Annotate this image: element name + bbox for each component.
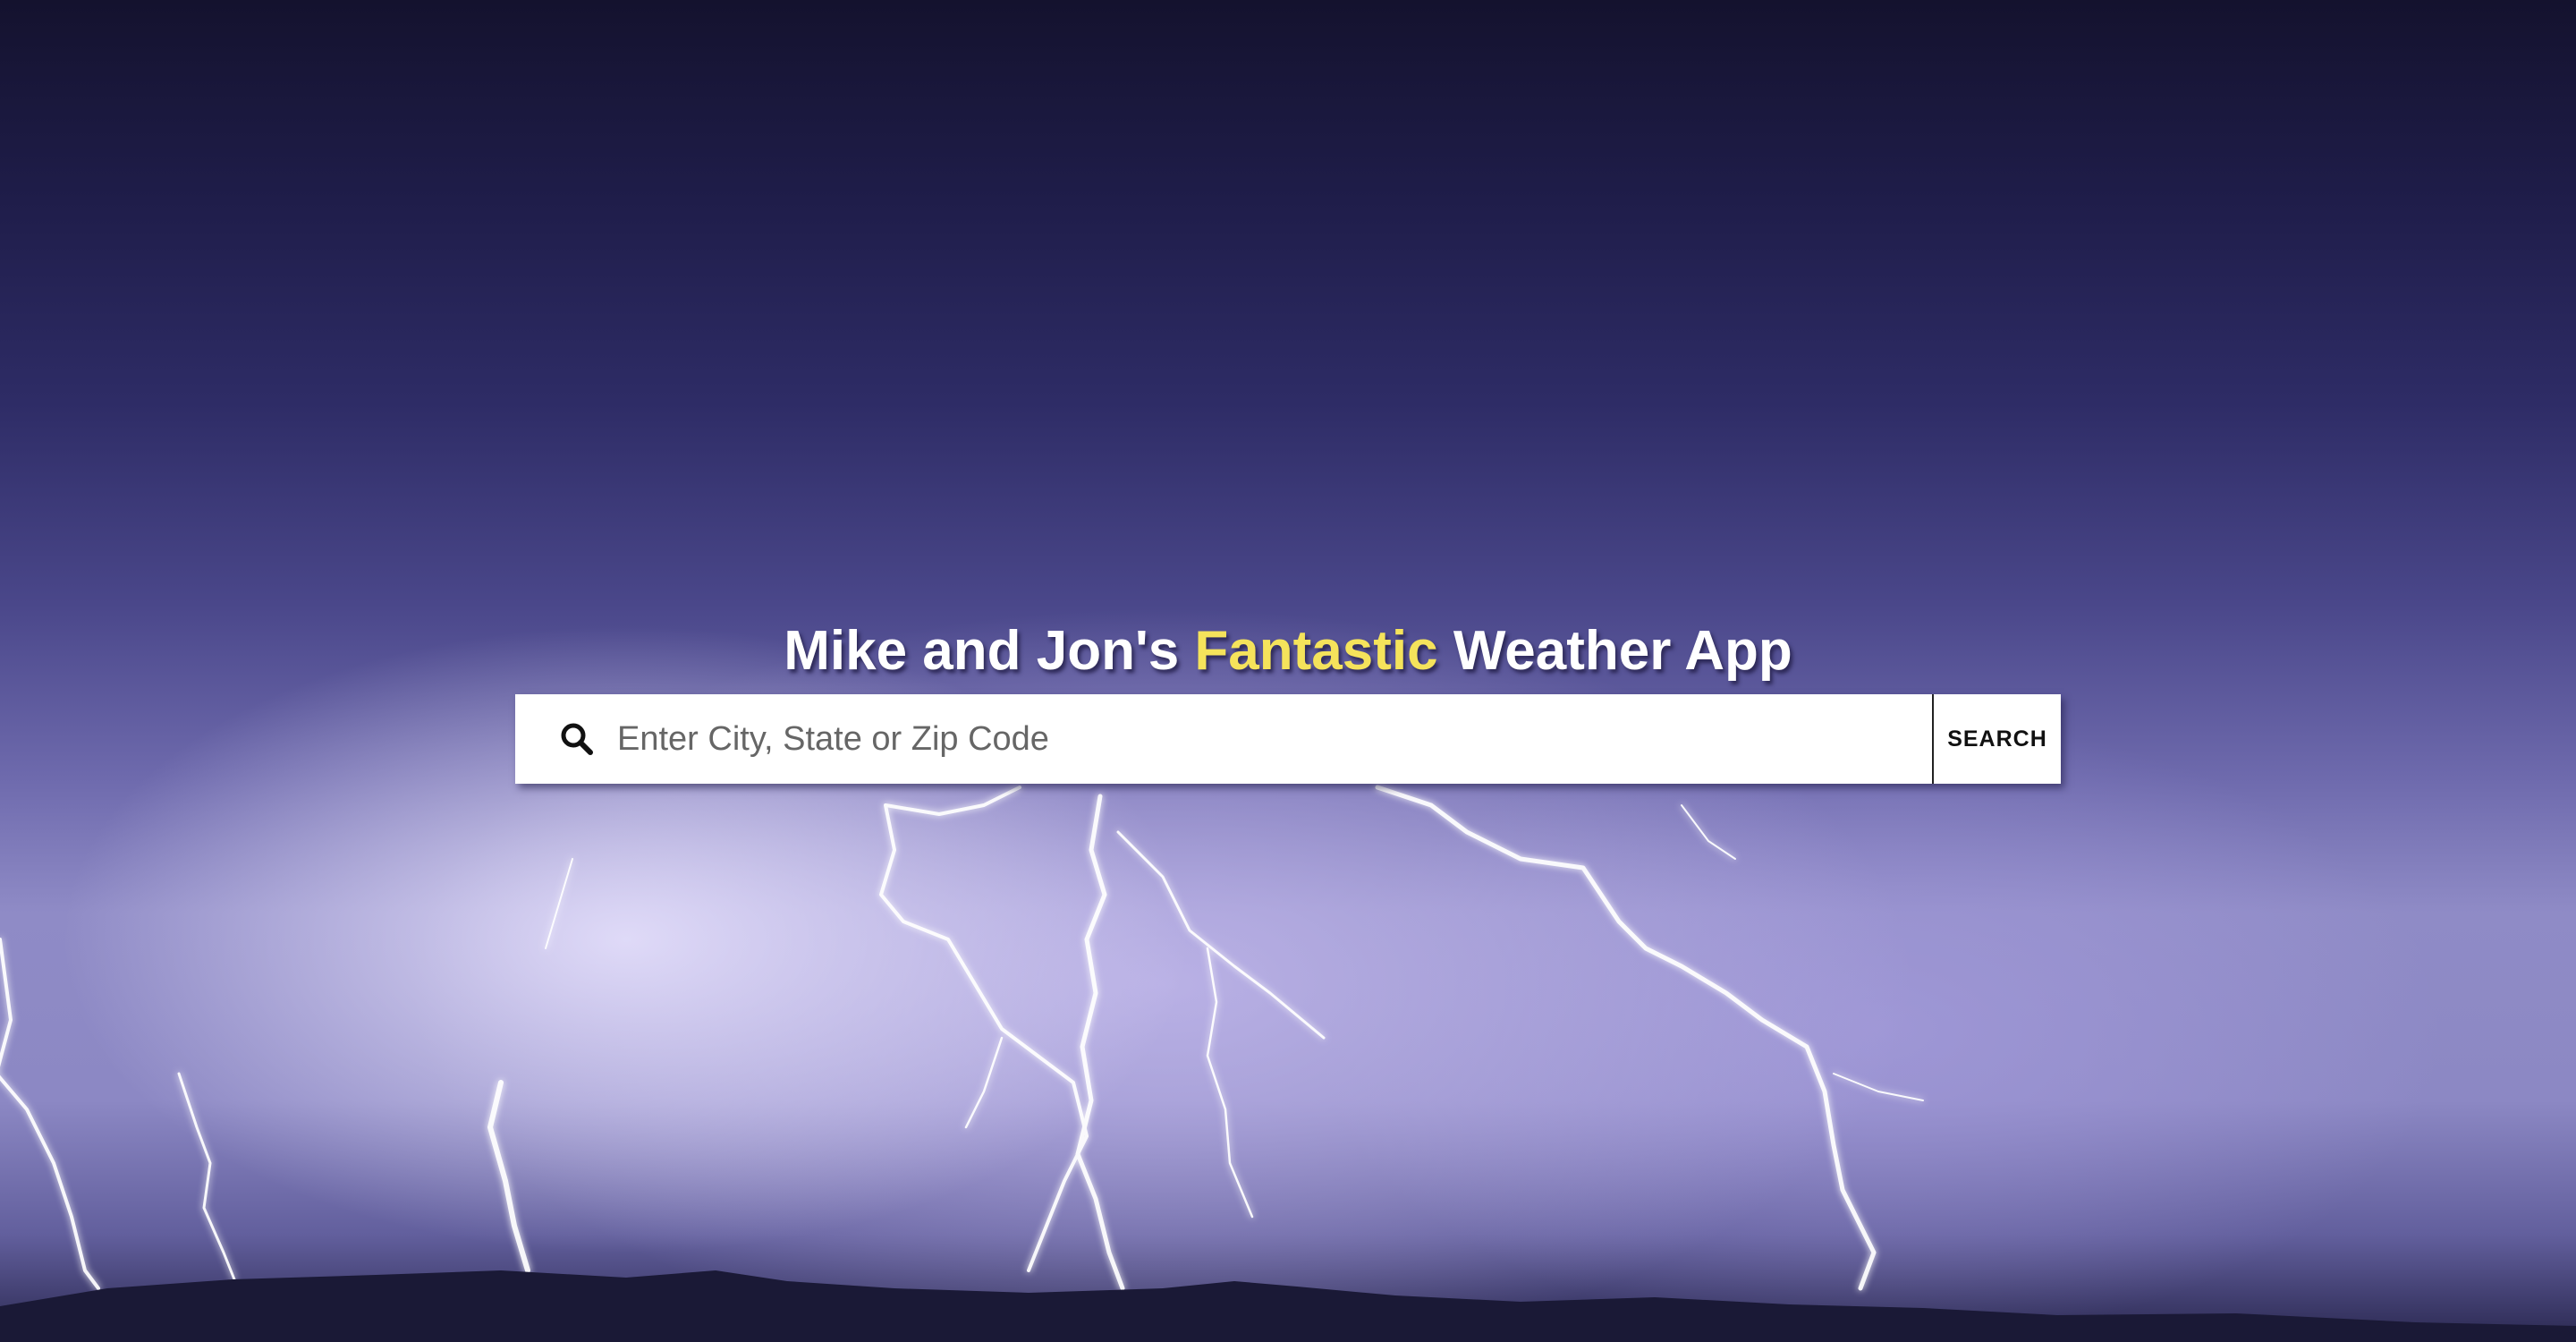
title-prefix: Mike and Jon's [784,619,1195,682]
search-form: SEARCH [515,694,2061,784]
search-icon [515,694,594,784]
title-highlight: Fantastic [1194,619,1438,682]
search-input[interactable] [594,694,1932,784]
background-scene: Mike and Jon's Fantastic Weather App SEA… [0,0,2576,1342]
page-title: Mike and Jon's Fantastic Weather App [0,619,2576,683]
title-suffix: Weather App [1437,619,1792,682]
search-button[interactable]: SEARCH [1932,694,2061,784]
